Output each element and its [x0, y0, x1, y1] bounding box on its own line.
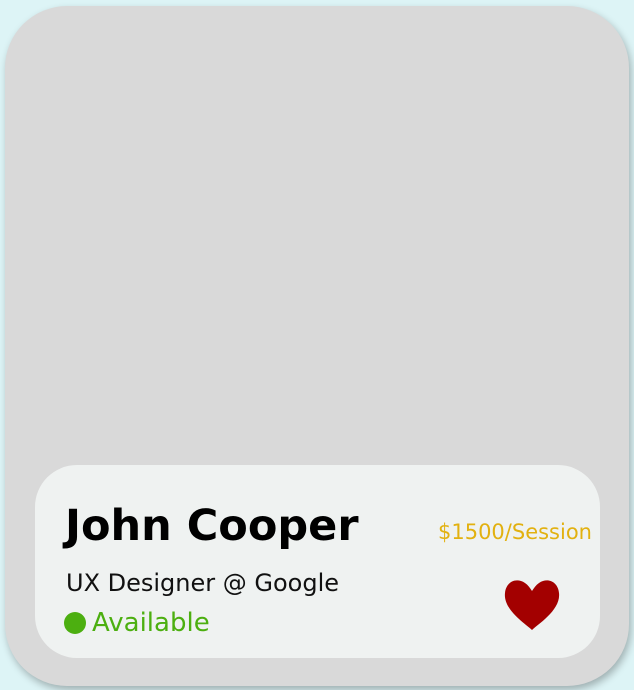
status-dot-icon — [64, 612, 86, 634]
session-price: $1500/Session — [437, 520, 592, 544]
profile-info-panel: John Cooper $1500/Session UX Designer @ … — [35, 465, 600, 658]
profile-card[interactable]: John Cooper $1500/Session UX Designer @ … — [5, 6, 629, 686]
profile-photo-placeholder — [5, 6, 629, 461]
heart-icon[interactable] — [503, 578, 561, 632]
profile-role: UX Designer @ Google — [66, 569, 340, 597]
availability-label: Available — [92, 608, 210, 638]
profile-name: John Cooper — [65, 501, 359, 551]
availability-status: Available — [64, 610, 210, 636]
